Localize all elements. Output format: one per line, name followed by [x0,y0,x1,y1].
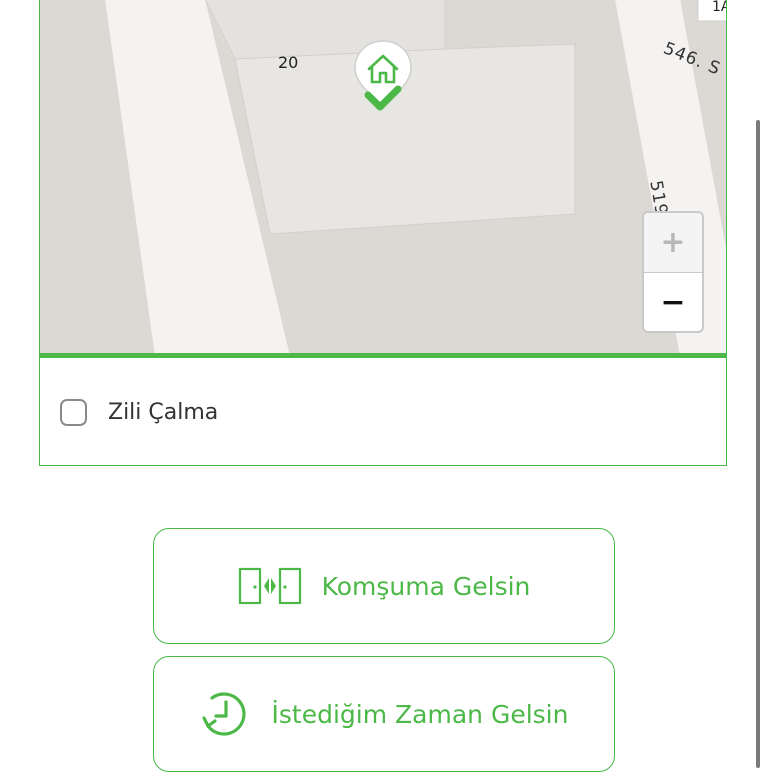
neighbor-doors-icon [238,566,302,606]
ring-bell-option[interactable]: Zili Çalma [60,399,218,426]
schedule-delivery-label: İstediğim Zaman Gelsin [271,699,569,729]
corner-label: 1A [712,0,726,15]
zoom-out-button[interactable]: − [644,273,702,331]
ring-bell-label: Zili Çalma [108,400,219,425]
deliver-to-neighbor-label: Komşuma Gelsin [321,571,531,601]
zoom-in-button[interactable]: + [644,213,702,273]
deliver-to-neighbor-button[interactable]: Komşuma Gelsin [153,528,615,644]
building-number-label: 20 [278,53,299,72]
schedule-delivery-button[interactable]: İstediğim Zaman Gelsin [153,656,615,772]
clock-icon [200,688,252,740]
zoom-control: + − [642,211,704,333]
map-divider [40,353,726,358]
scrollbar[interactable] [756,120,760,768]
address-map-card: 20 546. S 519. S 1A + − Zili Çalma [39,0,727,466]
ring-bell-checkbox[interactable] [60,399,87,426]
map-view[interactable]: 20 546. S 519. S 1A + − [40,0,726,356]
home-location-pin[interactable] [352,39,414,119]
